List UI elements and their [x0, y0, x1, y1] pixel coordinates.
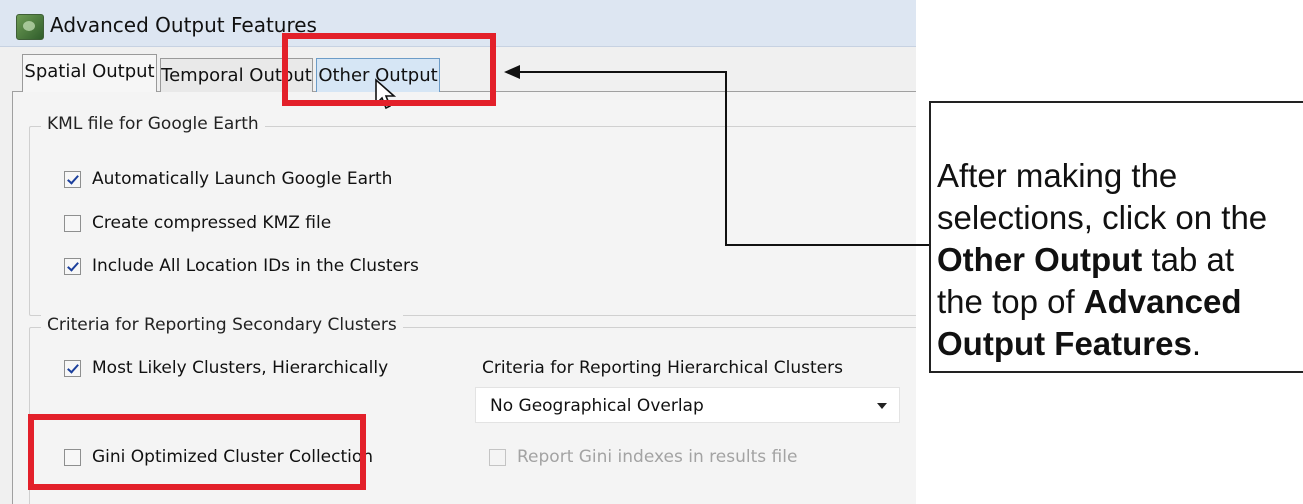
report-gini-checkbox	[489, 448, 506, 466]
callout-bold-advanced: Advanced	[1083, 283, 1242, 320]
include-location-ids-checkbox[interactable]	[64, 257, 81, 275]
callout-line-5-end: .	[1191, 325, 1202, 362]
chevron-down-icon[interactable]	[877, 403, 887, 409]
callout-line-3: Other Output tab at	[937, 239, 1303, 281]
callout-line-3-rest: tab at	[1142, 241, 1235, 278]
hierarchical-criteria-select[interactable]: No Geographical Overlap	[475, 387, 900, 423]
callout-bold-other-output: Other Output	[937, 241, 1143, 278]
hierarchical-criteria-value: No Geographical Overlap	[490, 396, 704, 416]
criteria-group-legend: Criteria for Reporting Secondary Cluster…	[41, 315, 403, 335]
most-likely-clusters-label: Most Likely Clusters, Hierarchically	[92, 358, 389, 378]
most-likely-clusters-option[interactable]: Most Likely Clusters, Hierarchically	[64, 358, 388, 378]
compressed-kmz-option[interactable]: Create compressed KMZ file	[64, 213, 331, 233]
hierarchical-criteria-label: Criteria for Reporting Hierarchical Clus…	[482, 358, 843, 378]
callout-line-2: selections, click on the	[937, 199, 1268, 236]
window-title: Advanced Output Features	[50, 13, 317, 37]
most-likely-clusters-checkbox[interactable]	[64, 359, 81, 377]
callout-line-5: Output Features.	[937, 323, 1303, 365]
callout-bold-output-features: Output Features	[937, 325, 1192, 362]
app-globe-icon	[16, 14, 44, 40]
callout-line-1: After making the	[937, 157, 1178, 194]
auto-launch-google-earth-option[interactable]: Automatically Launch Google Earth	[64, 169, 392, 189]
gini-option-highlight	[28, 414, 366, 490]
auto-launch-checkbox[interactable]	[64, 170, 81, 188]
include-location-ids-label: Include All Location IDs in the Clusters	[92, 256, 419, 276]
callout-line-4: the top of Advanced	[937, 281, 1303, 323]
other-output-tab-highlight	[282, 33, 496, 106]
report-gini-option: Report Gini indexes in results file	[489, 447, 797, 467]
instruction-callout: After making the selections, click on th…	[929, 101, 1303, 373]
kml-group-legend: KML file for Google Earth	[41, 114, 265, 134]
callout-line-4-text: the top of	[937, 283, 1084, 320]
report-gini-label: Report Gini indexes in results file	[517, 447, 798, 467]
include-location-ids-option[interactable]: Include All Location IDs in the Clusters	[64, 256, 419, 276]
compressed-kmz-label: Create compressed KMZ file	[92, 213, 332, 233]
auto-launch-label: Automatically Launch Google Earth	[92, 169, 393, 189]
compressed-kmz-checkbox[interactable]	[64, 214, 81, 232]
tab-spatial-output[interactable]: Spatial Output	[22, 54, 157, 92]
